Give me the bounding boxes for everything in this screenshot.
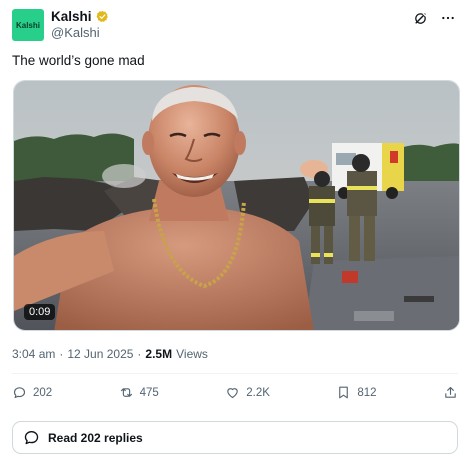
repost-icon	[120, 388, 132, 397]
video-thumbnail	[14, 81, 459, 330]
read-replies-button[interactable]: Read 202 replies	[12, 421, 458, 454]
reply-icon	[24, 431, 39, 445]
action-bar: 202 475 2.2K 812	[12, 385, 458, 400]
post-time[interactable]: 3:04 am	[12, 347, 55, 361]
post-text: The world’s gone mad	[12, 53, 145, 68]
more-options-icon[interactable]	[440, 10, 456, 26]
avatar[interactable]: Kalshi	[12, 9, 44, 41]
views-label: Views	[176, 347, 208, 361]
like-button[interactable]: 2.2K	[225, 385, 270, 400]
reply-icon	[13, 387, 26, 399]
top-actions	[412, 10, 456, 26]
author-name-row[interactable]: Kalshi	[51, 9, 109, 24]
repost-button[interactable]: 475	[119, 385, 159, 400]
reply-button[interactable]: 202	[12, 385, 52, 400]
like-count: 2.2K	[246, 386, 270, 399]
post-date[interactable]: 12 Jun 2025	[67, 347, 133, 361]
video-duration: 0:09	[24, 304, 56, 320]
author-handle[interactable]: @Kalshi	[51, 25, 100, 40]
author-name[interactable]: Kalshi	[51, 9, 92, 24]
divider	[12, 373, 458, 374]
read-replies-label: Read 202 replies	[48, 430, 143, 445]
video-player[interactable]: 0:09	[13, 80, 460, 331]
post-meta: 3:04 am · 12 Jun 2025 · 2.5M Views	[12, 347, 208, 361]
views-count: 2.5M	[145, 347, 173, 361]
repost-count: 475	[139, 386, 159, 399]
grok-icon[interactable]	[412, 10, 428, 26]
share-icon	[445, 386, 456, 398]
avatar-logo-text: Kalshi	[15, 20, 40, 30]
bookmark-button[interactable]: 812	[336, 385, 377, 400]
meta-separator: ·	[59, 347, 64, 361]
reply-count: 202	[33, 386, 53, 399]
bookmark-icon	[339, 386, 349, 399]
share-button[interactable]	[443, 385, 458, 400]
heart-icon	[227, 388, 238, 399]
meta-separator: ·	[137, 347, 142, 361]
verified-badge-icon	[96, 10, 108, 23]
bookmark-count: 812	[357, 386, 377, 399]
